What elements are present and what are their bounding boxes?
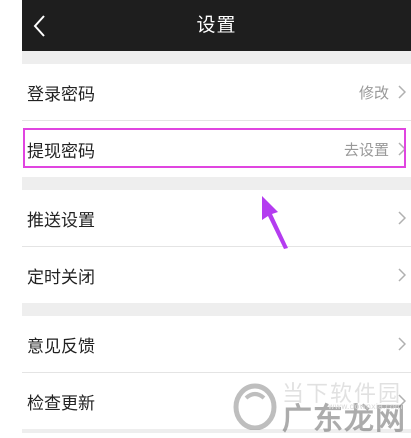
page-title: 设置 [196, 14, 237, 36]
watermark-url: www.downxia.com [328, 402, 403, 411]
row-value: 修改 [358, 83, 389, 102]
chevron-right-icon [395, 190, 409, 246]
row-label: 推送设置 [27, 210, 95, 231]
chevron-right-icon [395, 64, 409, 120]
watermark-logo-icon [233, 383, 277, 430]
feedback-row[interactable]: 意见反馈 [22, 316, 411, 372]
row-label: 检查更新 [27, 393, 95, 414]
push-settings-row[interactable]: 推送设置 [22, 190, 411, 246]
watermark-line2: 广东龙网 [282, 402, 406, 437]
login-password-row[interactable]: 登录密码 修改 [22, 64, 411, 120]
watermark: 当下软件园 广东龙网 www.downxia.com [232, 376, 411, 437]
row-label: 定时关闭 [27, 267, 95, 288]
pointer-arrow-icon [262, 196, 288, 249]
section-gap [22, 303, 411, 316]
withdraw-password-row[interactable]: 提现密码 去设置 [22, 121, 411, 177]
chevron-right-icon [395, 121, 409, 177]
row-label: 意见反馈 [27, 336, 95, 357]
row-label: 登录密码 [27, 84, 95, 105]
section-gap [22, 177, 411, 190]
timer-close-row[interactable]: 定时关闭 [22, 247, 411, 303]
chevron-right-icon [395, 316, 409, 372]
row-label: 提现密码 [27, 141, 95, 162]
row-value: 去设置 [343, 140, 389, 159]
navigation-bar: 设置 [22, 0, 411, 51]
settings-screen: 设置 登录密码 修改 提现密码 去设置 推送设置 定时关闭 意见反馈 检查更新 … [0, 0, 411, 437]
chevron-right-icon [395, 247, 409, 303]
section-gap [22, 51, 411, 64]
